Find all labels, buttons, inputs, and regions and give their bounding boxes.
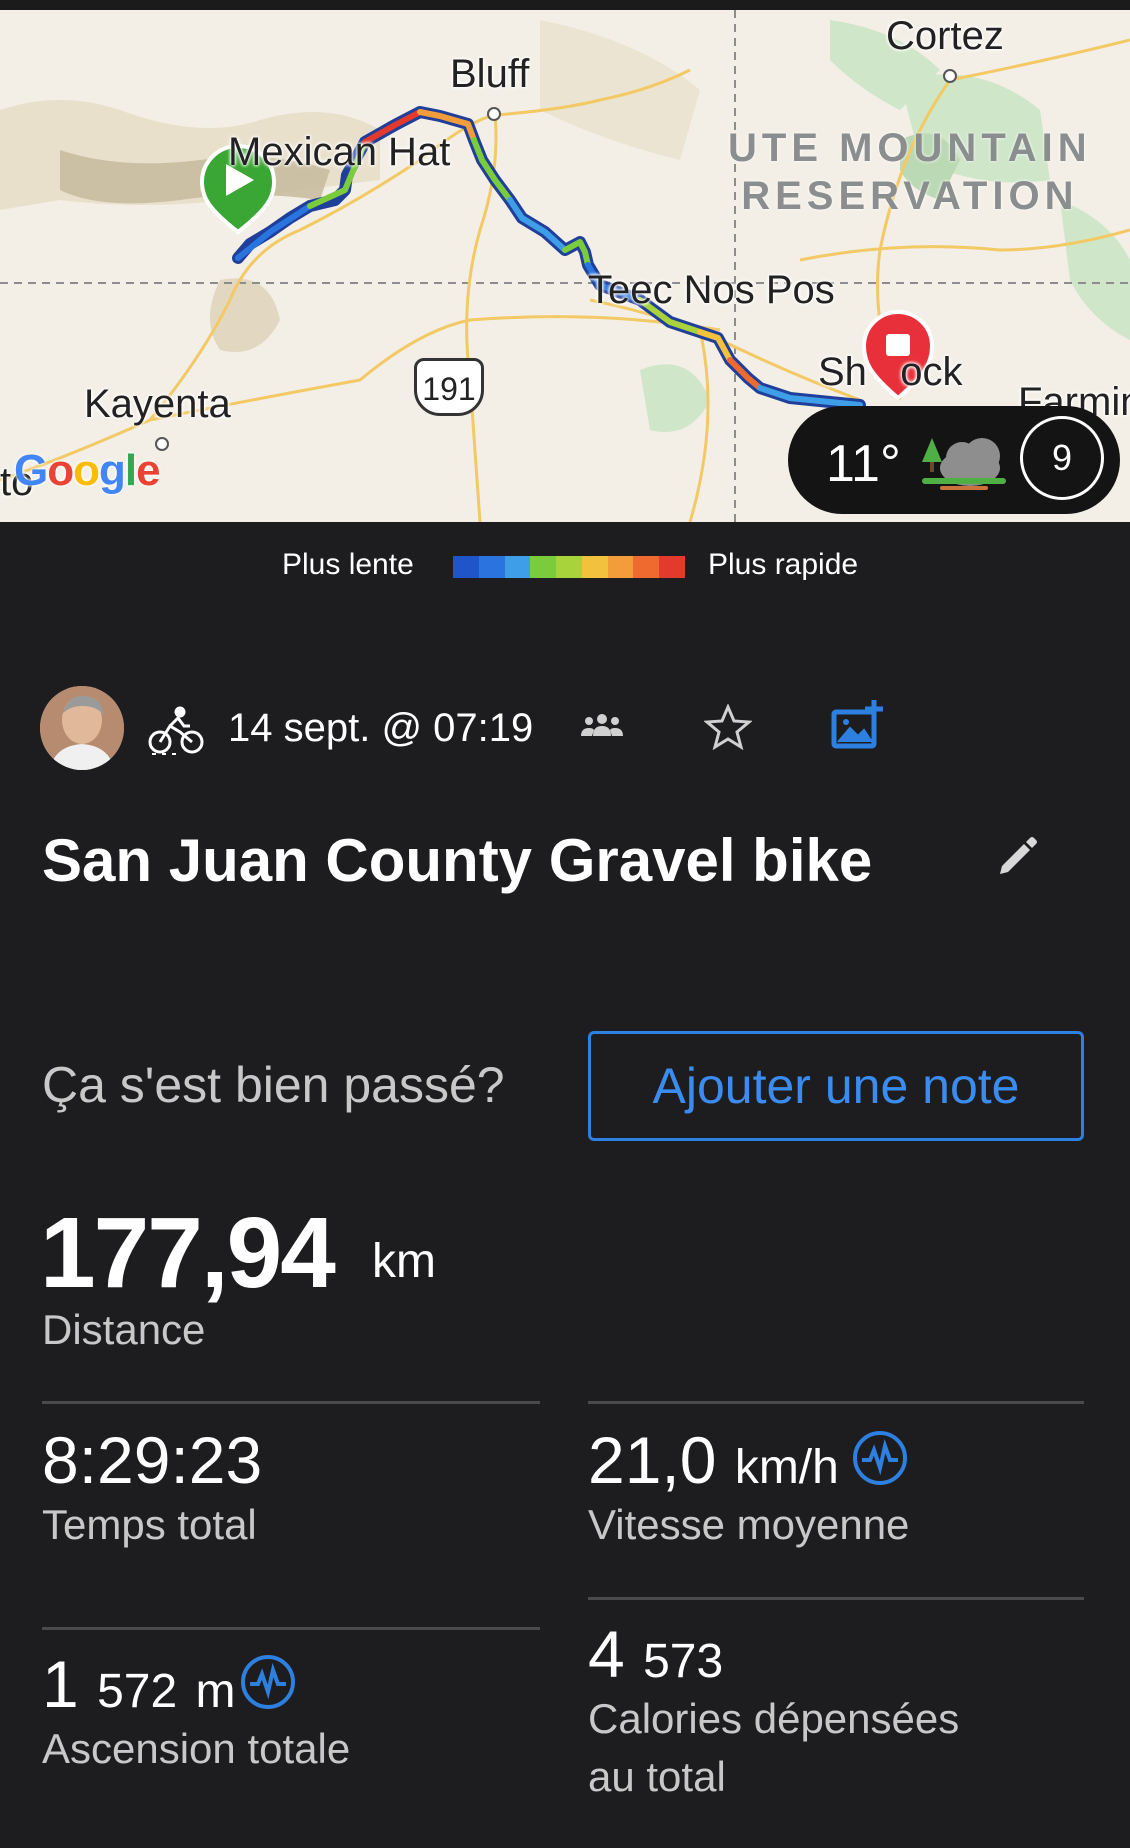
ascent-label: Ascension totale bbox=[42, 1725, 351, 1772]
legend-fast-label: Plus rapide bbox=[708, 548, 859, 581]
group-icon[interactable] bbox=[580, 712, 624, 743]
calories-value-rest: 573 bbox=[643, 1635, 724, 1688]
calories-label: Calories dépensées au total bbox=[588, 1695, 960, 1800]
total-time-label: Temps total bbox=[42, 1501, 257, 1548]
google-logo-letter: g bbox=[99, 446, 126, 495]
cycling-icon bbox=[148, 704, 204, 761]
map-label-kayenta: Kayenta bbox=[84, 382, 231, 426]
legend-swatch bbox=[453, 556, 479, 578]
edit-icon[interactable] bbox=[996, 834, 1040, 883]
legend-swatch bbox=[530, 556, 557, 578]
google-logo-letter: o bbox=[73, 446, 100, 495]
map-label-cortez: Cortez bbox=[886, 14, 1004, 58]
divider bbox=[588, 1597, 1084, 1600]
distance-label: Distance bbox=[42, 1306, 206, 1353]
divider bbox=[588, 1401, 1084, 1404]
weather-index: 9 bbox=[1020, 416, 1104, 500]
google-logo-letter: e bbox=[136, 446, 161, 495]
ascent-unit: m bbox=[195, 1665, 236, 1718]
legend-swatch bbox=[581, 556, 608, 578]
ascent-value-thousands: 1 bbox=[42, 1647, 79, 1721]
ascent-pulse-icon[interactable] bbox=[240, 1654, 296, 1710]
distance-value: 177,94 bbox=[40, 1197, 336, 1309]
avg-speed: 21,0 km/h bbox=[588, 1422, 839, 1498]
activity-title: San Juan County Gravel bike bbox=[42, 827, 873, 894]
highway-shield: 191 bbox=[414, 358, 484, 416]
map-label-mexican-hat: Mexican Hat bbox=[228, 130, 451, 174]
feedback-prompt: Ça s'est bien passé? bbox=[42, 1057, 505, 1113]
avg-speed-unit: km/h bbox=[734, 1441, 839, 1494]
calories-value-thousands: 4 bbox=[588, 1617, 625, 1691]
avg-speed-label: Vitesse moyenne bbox=[588, 1501, 910, 1548]
google-logo: Google bbox=[14, 446, 161, 496]
status-bar-strip bbox=[0, 0, 1130, 10]
legend-swatch bbox=[633, 556, 660, 578]
add-note-button[interactable]: Ajouter une note bbox=[588, 1031, 1084, 1141]
google-logo-letter: l bbox=[124, 446, 137, 495]
legend-slow-label: Plus lente bbox=[282, 548, 414, 581]
ascent: 1 572 m bbox=[42, 1646, 235, 1722]
route-map[interactable]: Cortez Bluff Mexican Hat Teec Nos Pos Sh… bbox=[0, 0, 1130, 522]
weather-temperature: 11° bbox=[826, 435, 901, 493]
map-label-shiprock: Sh ock bbox=[818, 350, 963, 394]
activity-date: 14 sept. @ 07:19 bbox=[228, 706, 534, 750]
legend-gradient-bar bbox=[453, 556, 686, 578]
legend-swatch bbox=[607, 556, 634, 578]
map-label-bluff: Bluff bbox=[450, 52, 530, 96]
speed-legend: Plus lente Plus rapide bbox=[0, 548, 1130, 588]
avg-speed-value: 21,0 bbox=[588, 1423, 717, 1497]
legend-swatch bbox=[659, 556, 686, 578]
map-label-teec-nos-pos: Teec Nos Pos bbox=[588, 268, 835, 312]
total-time-value: 8:29:23 bbox=[42, 1423, 263, 1497]
distance-unit: km bbox=[372, 1235, 436, 1288]
divider bbox=[42, 1401, 540, 1404]
google-logo-letter: G bbox=[14, 446, 48, 495]
activity-meta-row: 14 sept. @ 07:19 bbox=[40, 686, 1090, 770]
legend-swatch bbox=[504, 556, 531, 578]
google-logo-letter: o bbox=[47, 446, 74, 495]
add-photo-icon[interactable] bbox=[830, 698, 884, 757]
weather-widget[interactable]: 11° 9 bbox=[788, 406, 1120, 514]
map-label-reservation: UTE MOUNTAIN RESERVATION bbox=[728, 126, 1092, 218]
calories: 4 573 bbox=[588, 1616, 723, 1692]
legend-swatch bbox=[556, 556, 582, 578]
divider bbox=[42, 1627, 540, 1630]
avatar[interactable] bbox=[40, 686, 124, 770]
legend-swatch bbox=[478, 556, 505, 578]
ascent-value-rest: 572 bbox=[97, 1665, 178, 1718]
star-icon[interactable] bbox=[703, 703, 753, 755]
avg-speed-pulse-icon[interactable] bbox=[852, 1430, 908, 1486]
